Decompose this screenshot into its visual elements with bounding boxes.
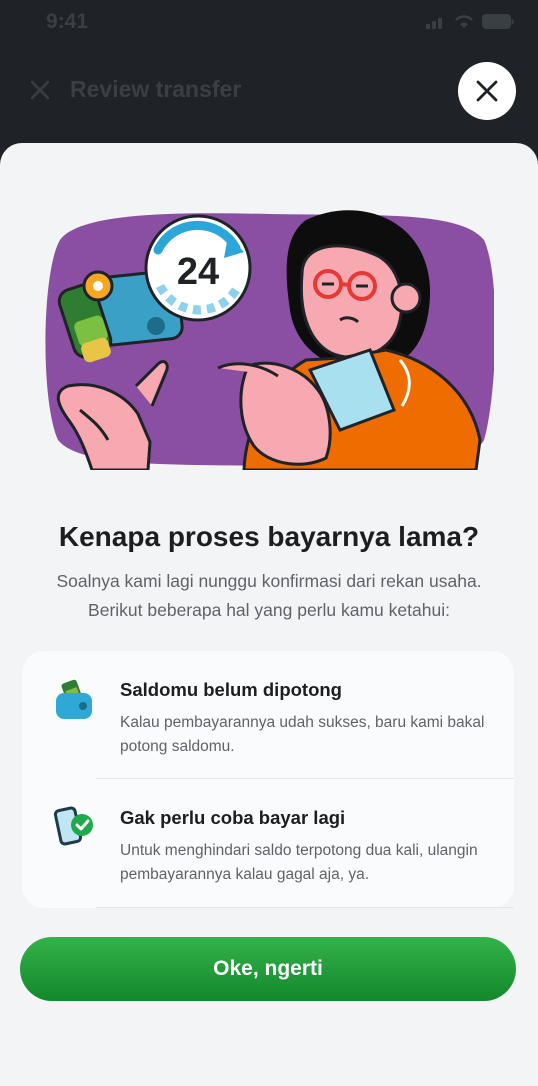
info-item-title: Saldomu belum dipotong (120, 679, 342, 700)
divider (96, 907, 514, 908)
ok-understood-button[interactable]: Oke, ngerti (20, 937, 516, 1001)
battery-icon (482, 14, 514, 29)
info-card: Saldomu belum dipotong Kalau pembayarann… (22, 651, 514, 908)
phone-check-icon (53, 806, 93, 846)
clock-24-graphic: 24 (144, 214, 252, 322)
info-item-description: Kalau pembayarannya udah sukses, baru ka… (120, 714, 485, 755)
status-bar: 9:41 (0, 0, 538, 44)
bottom-sheet: 24 Kenapa proses bayarnya lama? Soalnya (0, 143, 538, 1086)
back-close-icon (30, 80, 50, 99)
info-item-title: Gak perlu coba bayar lagi (120, 807, 346, 828)
info-item-retry: Gak perlu coba bayar lagi Untuk menghind… (22, 779, 514, 908)
subtitle-line-2: Berikut beberapa hal yang perlu kamu ket… (88, 600, 450, 620)
sheet-subtitle: Soalnya kami lagi nunggu konfirmasi dari… (20, 567, 518, 625)
sheet-title: Kenapa proses bayarnya lama? (58, 521, 480, 552)
background-title: Review transfer (70, 76, 242, 102)
subtitle-line-1: Soalnya kami lagi nunggu konfirmasi dari… (56, 571, 482, 591)
close-button[interactable] (458, 62, 516, 120)
status-time: 9:41 (46, 10, 89, 33)
background-header: Review transfer (28, 76, 241, 103)
close-icon (476, 80, 498, 102)
waiting-illustration: 24 (45, 210, 494, 470)
svg-text:24: 24 (177, 251, 219, 293)
wallet-icon (56, 679, 92, 719)
info-item-description: Untuk menghindari saldo terpotong dua ka… (120, 842, 478, 883)
status-icons (426, 14, 514, 29)
signal-icon (426, 17, 442, 29)
info-item-balance: Saldomu belum dipotong Kalau pembayarann… (22, 651, 514, 779)
wifi-icon (455, 15, 473, 28)
